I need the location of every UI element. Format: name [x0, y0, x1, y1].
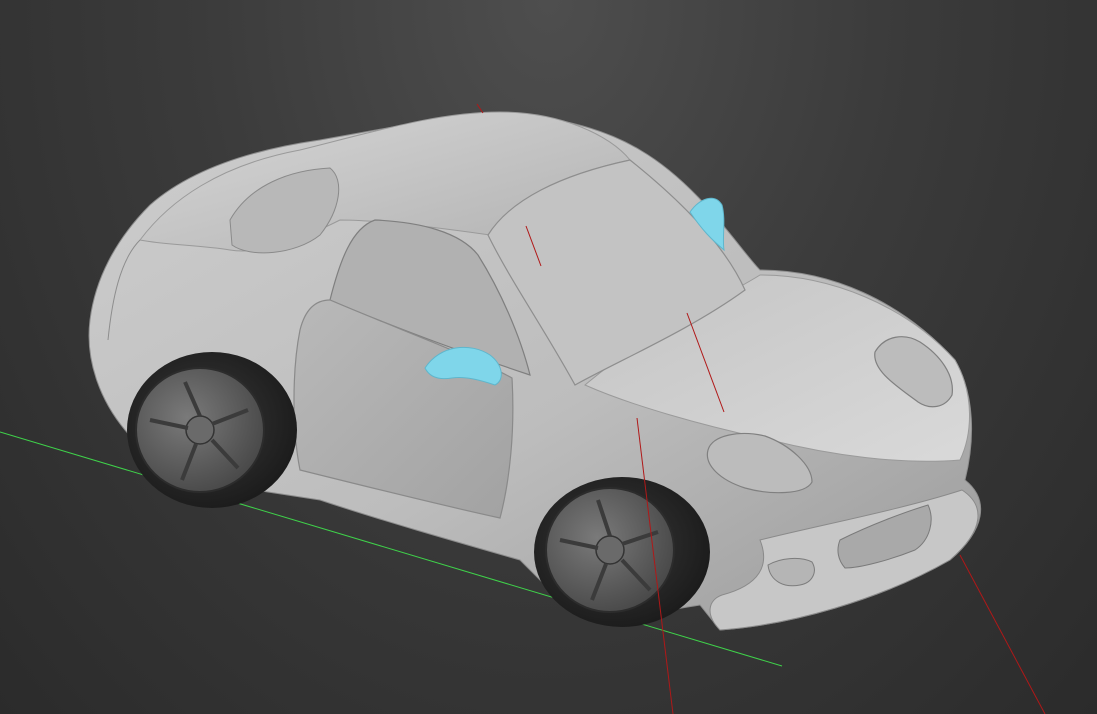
rear-wheel[interactable] — [127, 352, 297, 508]
rear-hub — [185, 415, 215, 445]
viewport-scene[interactable] — [0, 0, 1097, 714]
axis-line-top — [476, 103, 484, 114]
front-wheel[interactable] — [534, 477, 710, 627]
3d-viewport[interactable] — [0, 0, 1097, 714]
axis-line-front — [959, 554, 1046, 714]
front-hub — [595, 535, 625, 565]
